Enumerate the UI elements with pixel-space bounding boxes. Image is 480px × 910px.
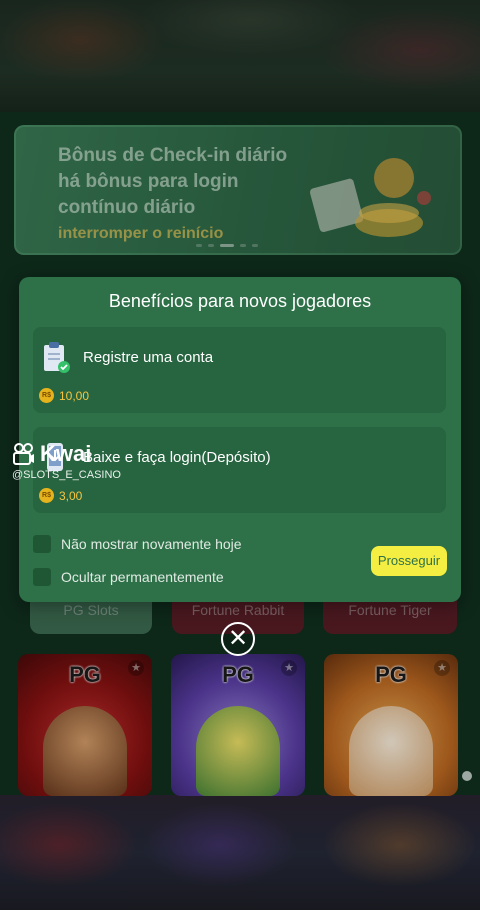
- reward-amount: 10,00: [59, 388, 90, 403]
- option-label: Ocultar permanentemente: [61, 569, 224, 585]
- dont-show-today-option[interactable]: Não mostrar novamente hoje: [33, 535, 242, 553]
- kwai-logo: Kwai: [12, 441, 121, 467]
- reward-amount: 3,00: [59, 488, 83, 503]
- watermark-username: @SLOTS_E_CASINO: [12, 469, 121, 481]
- task-register-account[interactable]: Registre uma conta R$ 10,00: [33, 327, 446, 413]
- camera-icon: [13, 443, 34, 465]
- new-player-benefits-dialog: Benefícios para novos jogadores Registre…: [19, 277, 461, 602]
- proceed-button[interactable]: Prosseguir: [371, 546, 447, 576]
- task-reward: R$ 3,00: [39, 488, 82, 503]
- clipboard-check-icon: [44, 342, 70, 373]
- hide-permanently-option[interactable]: Ocultar permanentemente: [33, 568, 224, 586]
- task-reward: R$ 10,00: [39, 388, 89, 403]
- dialog-title: Benefícios para novos jogadores: [108, 291, 372, 311]
- kwai-wordmark: Kwai: [40, 441, 92, 466]
- checkbox[interactable]: [33, 535, 51, 553]
- scroll-indicator: [462, 771, 472, 781]
- coin-icon: R$: [39, 488, 54, 503]
- checkbox[interactable]: [33, 568, 51, 586]
- kwai-watermark: Kwai @SLOTS_E_CASINO: [12, 441, 121, 481]
- task-label: Registre uma conta: [83, 349, 214, 366]
- option-label: Não mostrar novamente hoje: [61, 536, 242, 552]
- close-icon[interactable]: ✕: [221, 622, 255, 656]
- coin-icon: R$: [39, 388, 54, 403]
